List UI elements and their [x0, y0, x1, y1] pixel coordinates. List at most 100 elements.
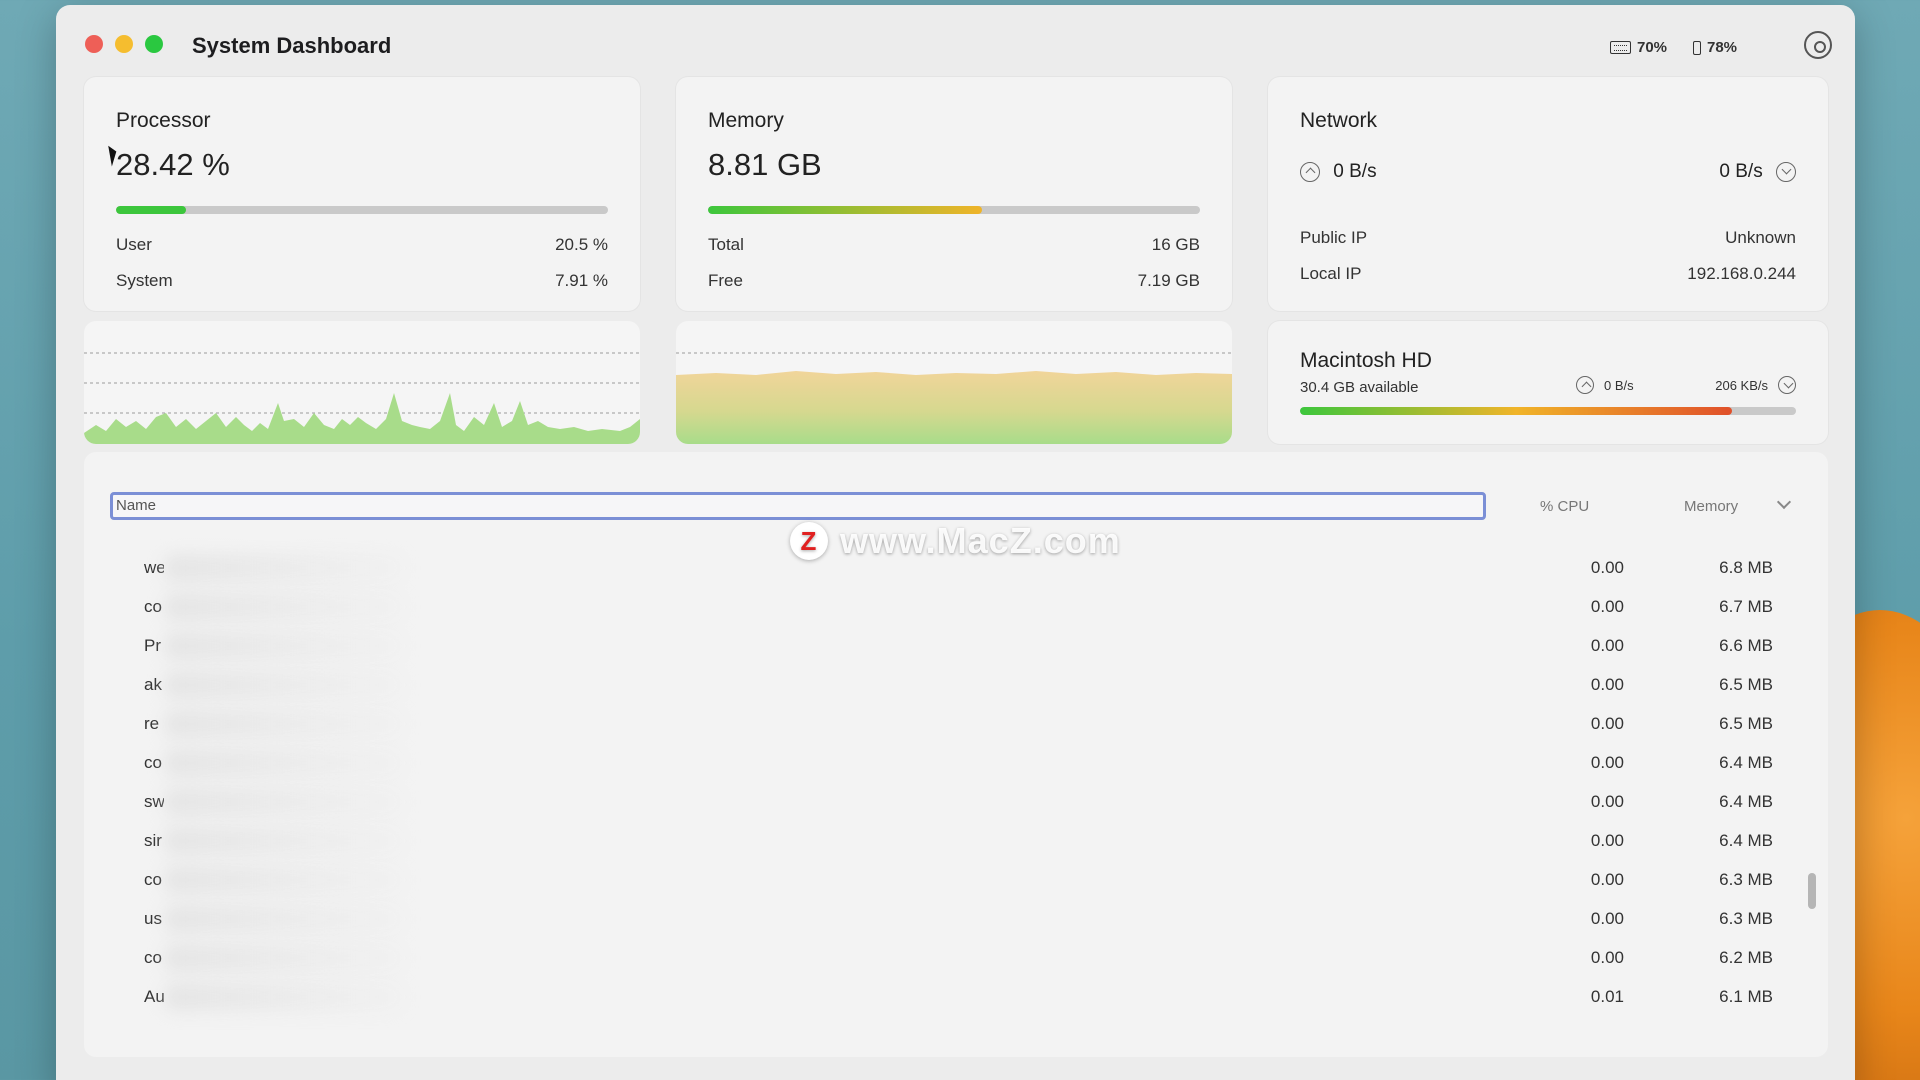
settings-gear-icon[interactable]: [1804, 31, 1832, 59]
memory-history-graph: [676, 321, 1232, 444]
process-name: sw: [144, 792, 164, 811]
keyboard-percent: 70%: [1637, 39, 1668, 56]
redacted-name-blur: [164, 983, 404, 1011]
process-cpu: 0.00: [1590, 675, 1624, 694]
process-memory: 6.3 MB: [1719, 909, 1773, 928]
minimize-window-button[interactable]: [115, 35, 133, 53]
redacted-name-blur: [164, 632, 404, 660]
memory-usage-fill: [708, 206, 983, 214]
process-memory: 6.1 MB: [1719, 987, 1773, 1006]
processor-usage-bar: [116, 206, 608, 214]
memory-card: Memory 8.81 GB Total 16 GB Free 7.19 GB: [676, 77, 1232, 311]
process-memory: 6.4 MB: [1719, 831, 1773, 850]
table-row[interactable]: Au 0.01 6.1 MB: [84, 979, 1828, 1018]
disk-title: Macintosh HD: [1300, 349, 1432, 372]
table-row[interactable]: co 0.00 6.3 MB: [84, 862, 1828, 901]
processor-title: Processor: [116, 109, 211, 132]
memory-total-row: Total 16 GB: [708, 235, 1200, 255]
watermark: Z www.MacZ.com: [790, 520, 1121, 562]
disk-write-rate: 206 KB/s: [1715, 377, 1768, 393]
redacted-name-blur: [164, 866, 404, 894]
keyboard-icon: [1610, 41, 1631, 54]
total-label: Total: [708, 235, 744, 254]
disk-read-arrow-icon: [1576, 376, 1594, 394]
processor-system-row: System 7.91 %: [116, 271, 608, 291]
process-memory: 6.2 MB: [1719, 948, 1773, 967]
system-value: 7.91 %: [555, 271, 608, 290]
table-row[interactable]: sir 0.00 6.4 MB: [84, 823, 1828, 862]
table-row[interactable]: co 0.00 6.2 MB: [84, 940, 1828, 979]
process-cpu: 0.00: [1590, 558, 1624, 577]
redacted-name-blur: [164, 749, 404, 777]
table-row[interactable]: co 0.00 6.4 MB: [84, 745, 1828, 784]
process-cpu: 0.00: [1590, 636, 1624, 655]
user-label: User: [116, 235, 152, 254]
process-memory: 6.7 MB: [1719, 597, 1773, 616]
network-upload: 0 B/s: [1300, 161, 1377, 183]
memory-history-svg: [676, 352, 1232, 444]
memory-history-area: [676, 371, 1232, 444]
sort-chevron-down-icon[interactable]: [1776, 494, 1792, 510]
battery-icon: [1693, 40, 1701, 55]
process-name: re: [144, 714, 160, 733]
upload-arrow-icon: [1300, 161, 1320, 182]
watermark-text: www.MacZ.com: [840, 520, 1121, 561]
cpu-column-header[interactable]: % CPU: [1540, 498, 1589, 515]
process-cpu: 0.00: [1590, 753, 1624, 772]
public-ip-value: Unknown: [1725, 228, 1796, 247]
process-cpu: 0.01: [1590, 987, 1624, 1006]
table-row[interactable]: co 0.00 6.7 MB: [84, 589, 1828, 628]
process-name: co: [144, 948, 162, 967]
local-ip-row: Local IP 192.168.0.244: [1300, 264, 1796, 284]
disk-card: Macintosh HD 30.4 GB available 0 B/s 206…: [1268, 321, 1828, 444]
process-cpu: 0.00: [1590, 831, 1624, 850]
disk-read: 0 B/s: [1576, 376, 1634, 394]
process-memory: 6.4 MB: [1719, 753, 1773, 772]
redacted-name-blur: [164, 788, 404, 816]
public-ip-label: Public IP: [1300, 228, 1368, 247]
redacted-name-blur: [164, 905, 404, 933]
table-header: Name % CPU Memory: [84, 492, 1828, 522]
network-card: Network 0 B/s 0 B/s Public IP Unknown Lo…: [1268, 77, 1828, 311]
title-bar: System Dashboard 70% 78%: [56, 5, 1855, 81]
process-memory: 6.3 MB: [1719, 870, 1773, 889]
memory-usage-bar: [708, 206, 1200, 214]
table-row[interactable]: Pr 0.00 6.6 MB: [84, 628, 1828, 667]
table-row[interactable]: us 0.00 6.3 MB: [84, 901, 1828, 940]
keyboard-status: 70%: [1610, 39, 1667, 56]
close-window-button[interactable]: [85, 35, 103, 53]
cpu-history-area: [84, 393, 640, 444]
memory-used: 8.81 GB: [708, 147, 822, 182]
watermark-logo: Z: [790, 522, 828, 560]
public-ip-row: Public IP Unknown: [1300, 228, 1796, 248]
memory-column-header[interactable]: Memory: [1684, 498, 1738, 515]
process-name: us: [144, 909, 162, 928]
process-cpu: 0.00: [1590, 597, 1624, 616]
zoom-window-button[interactable]: [145, 35, 163, 53]
list-scrollbar[interactable]: [1808, 873, 1816, 909]
processor-user-row: User 20.5 %: [116, 235, 608, 255]
process-name: co: [144, 870, 162, 889]
process-cpu: 0.00: [1590, 948, 1624, 967]
disk-write: 206 KB/s: [1715, 376, 1796, 394]
table-row[interactable]: ak 0.00 6.5 MB: [84, 667, 1828, 706]
disk-usage-fill: [1300, 407, 1733, 415]
free-label: Free: [708, 271, 743, 290]
process-name: Au: [144, 987, 164, 1006]
process-name: ak: [144, 675, 162, 694]
system-label: System: [116, 271, 173, 290]
download-rate: 0 B/s: [1719, 161, 1763, 182]
network-title: Network: [1300, 109, 1378, 132]
process-cpu: 0.00: [1590, 792, 1624, 811]
redacted-name-blur: [164, 710, 404, 738]
user-value: 20.5 %: [555, 235, 608, 254]
disk-write-arrow-icon: [1778, 376, 1796, 394]
process-memory: 6.5 MB: [1719, 675, 1773, 694]
table-row[interactable]: sw 0.00 6.4 MB: [84, 784, 1828, 823]
table-row[interactable]: re 0.00 6.5 MB: [84, 706, 1828, 745]
name-column-header[interactable]: Name: [110, 492, 1486, 520]
memory-title: Memory: [708, 109, 784, 132]
cpu-history-graph: [84, 321, 640, 444]
process-memory: 6.8 MB: [1719, 558, 1773, 577]
disk-available: 30.4 GB available: [1300, 379, 1419, 396]
